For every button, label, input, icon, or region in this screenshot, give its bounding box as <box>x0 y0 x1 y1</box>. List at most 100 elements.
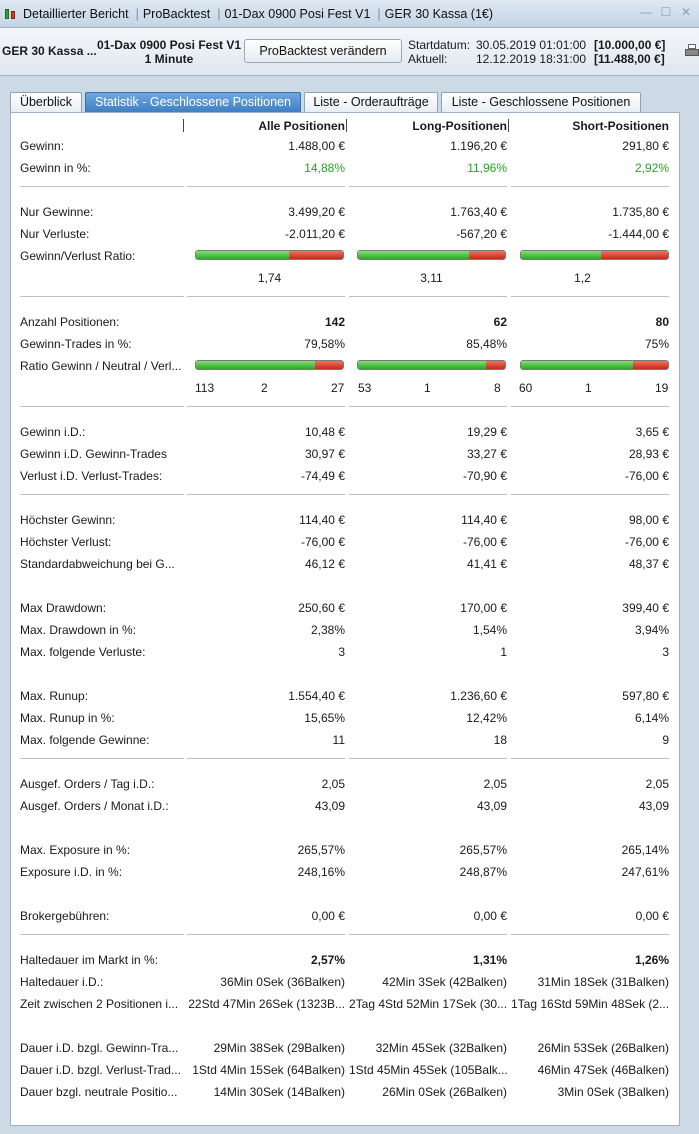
printer-icon[interactable] <box>685 44 699 60</box>
count-neutral: 1 <box>585 381 592 395</box>
stat-value-long: -567,20 € <box>456 227 507 241</box>
section-divider <box>187 186 345 187</box>
section-divider <box>187 758 345 759</box>
title-part-strategy: 01-Dax 0900 Posi Fest V1 <box>224 6 371 21</box>
stat-label: Brokergebühren: <box>20 909 110 923</box>
stat-label: Ausgef. Orders / Tag i.D.: <box>20 777 155 791</box>
win-neutral-loss-bar <box>357 360 506 370</box>
count-wins: 60 <box>519 381 533 395</box>
stat-value-short: 43,09 <box>638 799 669 813</box>
stat-value-all: 11 <box>332 733 345 747</box>
stat-value-long: 41,41 € <box>466 557 507 571</box>
stat-value-all: 22Std 47Min 26Sek (1323B... <box>188 997 345 1011</box>
section-divider <box>511 494 669 495</box>
stat-value-all: 1Std 4Min 15Sek (64Balken) <box>192 1063 345 1077</box>
section-divider <box>511 934 669 935</box>
stat-value-long: 62 <box>493 315 507 329</box>
section-divider <box>187 494 345 495</box>
stat-value-all: 142 <box>324 315 345 329</box>
date-range: Startdatum: 30.05.2019 01:01:00 [10.000,00… <box>408 38 665 66</box>
section-divider <box>20 494 184 495</box>
stat-label: Haltedauer im Markt in %: <box>20 953 159 967</box>
stat-value-all: 14,88% <box>304 161 345 175</box>
stat-value-short: 31Min 18Sek (31Balken) <box>537 975 669 989</box>
stat-value-short: 98,00 € <box>628 513 669 527</box>
win-neutral-loss-bar <box>520 360 669 370</box>
minimize-icon[interactable]: — <box>639 5 653 19</box>
stat-value-all: 15,65% <box>304 711 345 725</box>
modify-backtest-button[interactable]: ProBacktest verändern <box>244 39 402 63</box>
section-divider <box>20 934 184 935</box>
tab-statistics-closed-positions[interactable]: Statistik - Geschlossene Positionen <box>85 92 301 112</box>
tab-closed-positions-list[interactable]: Liste - Geschlossene Positionen <box>441 92 641 112</box>
stat-value-short: 1.735,80 € <box>612 205 669 219</box>
stat-value-all: 1.554,40 € <box>288 689 345 703</box>
start-label: Startdatum: <box>408 38 471 52</box>
current-date: 12.12.2019 18:31:00 <box>476 52 587 66</box>
count-neutral: 2 <box>261 381 268 395</box>
stat-label: Nur Verluste: <box>20 227 90 241</box>
stat-value-long: 170,00 € <box>460 601 507 615</box>
statistics-panel: Alle Positionen Long-Positionen Short-Po… <box>10 112 680 1126</box>
stat-value-long: 85,48% <box>466 337 507 351</box>
stat-value-all: 30,97 € <box>304 447 345 461</box>
tab-bar: Überblick Statistik - Geschlossene Posit… <box>0 76 699 112</box>
stat-value-long: 12,42% <box>466 711 507 725</box>
instrument-name: GER 30 Kassa ... <box>2 44 97 58</box>
stat-value-long: 0,00 € <box>473 909 507 923</box>
maximize-icon[interactable]: ☐ <box>659 5 673 19</box>
stat-value-short: 48,37 € <box>628 557 669 571</box>
stat-value-all: 79,58% <box>304 337 345 351</box>
stat-label: Gewinn-Trades in %: <box>20 337 132 351</box>
section-divider <box>511 186 669 187</box>
count-losses: 19 <box>655 381 669 395</box>
scrollbar-track[interactable] <box>681 112 693 1126</box>
section-divider <box>20 758 184 759</box>
stat-value-long: 248,87% <box>459 865 507 879</box>
close-icon[interactable]: ✕ <box>679 5 693 19</box>
stat-value-all: 3 <box>338 645 345 659</box>
section-divider <box>511 296 669 297</box>
strategy-name: 01-Dax 0900 Posi Fest V1 <box>96 38 242 52</box>
stat-value-all: -74,49 € <box>300 469 345 483</box>
stat-value-long: 2,05 <box>483 777 507 791</box>
stat-value-short: -76,00 € <box>624 469 669 483</box>
stat-label: Verlust i.D. Verlust-Trades: <box>20 469 163 483</box>
stat-value-all: 1.488,00 € <box>288 139 345 153</box>
stat-label: Gewinn/Verlust Ratio: <box>20 249 136 263</box>
stat-label: Gewinn i.D. Gewinn-Trades <box>20 447 167 461</box>
gain-loss-ratio-bar <box>357 250 506 260</box>
stat-label: Max. Drawdown in %: <box>20 623 137 637</box>
stat-label: Dauer bzgl. neutrale Positio... <box>20 1085 178 1099</box>
backtest-info-bar: GER 30 Kassa ... 01-Dax 0900 Posi Fest V… <box>0 28 699 76</box>
header-divider <box>508 119 509 132</box>
stat-value-all: 248,16% <box>297 865 345 879</box>
stat-value-short: 291,80 € <box>622 139 669 153</box>
section-divider <box>20 186 184 187</box>
stat-label: Höchster Verlust: <box>20 535 112 549</box>
stat-value-short: 3Min 0Sek (3Balken) <box>557 1085 669 1099</box>
stat-value-long: 1.236,60 € <box>450 689 507 703</box>
stat-label: Anzahl Positionen: <box>20 315 120 329</box>
header-divider <box>183 119 184 132</box>
header-all-positions: Alle Positionen <box>258 119 345 133</box>
start-date: 30.05.2019 01:01:00 <box>476 38 587 52</box>
stat-label: Exposure i.D. in %: <box>20 865 123 879</box>
tab-order-list[interactable]: Liste - Orderaufträge <box>304 92 438 112</box>
gain-loss-ratio-value: 3,11 <box>420 271 443 285</box>
count-wins: 113 <box>195 381 215 395</box>
stat-value-short: 247,61% <box>621 865 669 879</box>
count-losses: 8 <box>494 381 501 395</box>
header-long-positions: Long-Positionen <box>412 119 507 133</box>
section-divider <box>187 296 345 297</box>
gain-loss-ratio-bar <box>520 250 669 260</box>
stat-value-long: 1.763,40 € <box>450 205 507 219</box>
title-part-report: Detaillierter Bericht <box>23 6 129 21</box>
stat-value-short: 3 <box>662 645 669 659</box>
header-short-positions: Short-Positionen <box>572 119 669 133</box>
section-divider <box>187 406 345 407</box>
section-divider <box>511 406 669 407</box>
tab-overview[interactable]: Überblick <box>10 92 82 112</box>
win-neutral-loss-bar <box>195 360 344 370</box>
count-wins: 53 <box>358 381 372 395</box>
